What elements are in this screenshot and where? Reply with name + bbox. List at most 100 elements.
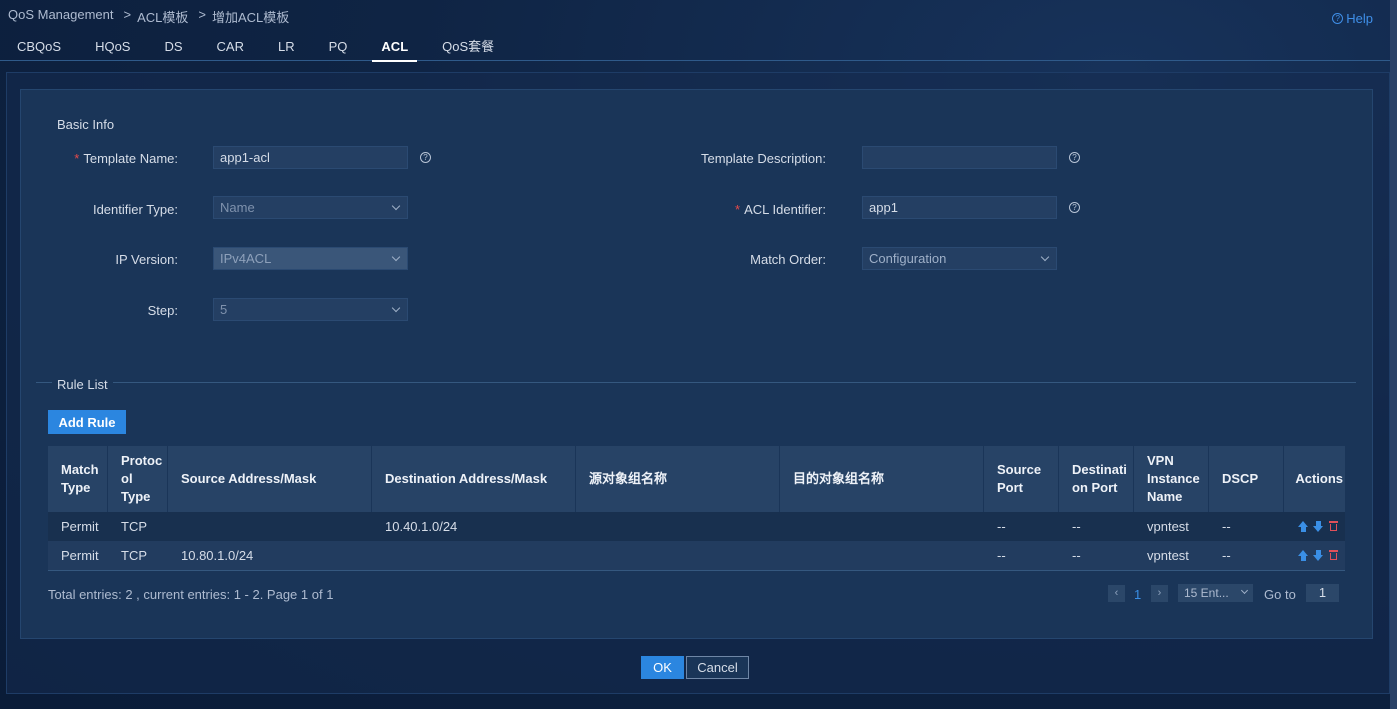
cell-source-port: -- [997,548,1006,563]
breadcrumb-item-add-acl-template: 增加ACL模板 [212,10,290,25]
tab-ds[interactable]: DS [147,36,199,61]
cell-dscp: -- [1222,519,1231,534]
acl-identifier-help-icon[interactable]: ? [1069,202,1080,213]
column-header-source-port[interactable]: Source Port [984,446,1059,512]
template-name-label: * Template Name: [60,151,178,166]
move-down-icon[interactable] [1313,550,1324,561]
column-header-protocol-type[interactable]: Protoc ol Type [108,446,168,512]
cell-dscp: -- [1222,548,1231,563]
chevron-down-icon [1240,586,1249,595]
page-size-select[interactable]: 15 Ent... [1178,584,1253,602]
chevron-down-icon [391,201,401,211]
cancel-button[interactable]: Cancel [686,656,749,679]
template-description-help-icon[interactable]: ? [1069,152,1080,163]
identifier-type-label: Identifier Type: [92,202,178,217]
tab-pq[interactable]: PQ [312,36,365,61]
rule-list-title: Rule List [52,377,113,392]
help-icon: ? [1332,13,1344,24]
header-text: Protoc ol Type [121,453,163,504]
table-row: Permit TCP 10.40.1.0/24 -- -- vpntest -- [48,512,1345,541]
header-text: Actions [1295,471,1343,486]
add-rule-button[interactable]: Add Rule [48,410,126,434]
cell-match-type: Permit [61,548,99,563]
cell-actions [1284,550,1345,561]
chevron-down-icon [1040,252,1050,262]
goto-label: Go to [1264,587,1296,602]
page-size-value: 15 Ent... [1184,586,1229,600]
template-description-label: Template Description: [701,151,826,166]
cell-destination-address: 10.40.1.0/24 [385,519,458,534]
tab-car[interactable]: CAR [200,36,261,61]
column-header-destination-port[interactable]: Destinati on Port [1059,446,1134,512]
move-up-icon[interactable] [1298,550,1309,561]
header-text: 源对象组名称 [589,471,668,486]
table-header: Match Type Protoc ol Type Source Address/M… [48,446,1345,512]
breadcrumb-item-qos-management[interactable]: QoS Management [8,7,114,26]
identifier-type-value: Name [220,200,255,215]
header-text: VPN Instance Name [1147,453,1200,504]
cell-actions [1284,521,1345,532]
basic-info-title: Basic Info [57,117,115,132]
required-marker: * [735,202,741,217]
move-down-icon[interactable] [1313,521,1324,532]
acl-identifier-input[interactable] [862,196,1057,219]
help-link[interactable]: ? Help [1332,11,1373,26]
tab-acl[interactable]: ACL [364,36,425,62]
next-page-button[interactable]: › [1151,585,1168,602]
tab-lr[interactable]: LR [261,36,312,61]
table-row: Permit TCP 10.80.1.0/24 -- -- vpntest -- [48,541,1345,570]
help-label: Help [1346,11,1373,26]
identifier-type-select[interactable]: Name [213,196,408,219]
match-order-select[interactable]: Configuration [862,247,1057,270]
column-header-dscp[interactable]: DSCP [1209,446,1284,512]
column-header-destination-address[interactable]: Destination Address/Mask [372,446,576,512]
column-header-source-address[interactable]: Source Address/Mask [168,446,372,512]
match-order-label: Match Order: [750,252,826,267]
tab-hqos[interactable]: HQoS [78,36,147,61]
scrollbar-thumb[interactable] [1390,0,1397,709]
goto-page-input[interactable]: 1 [1306,584,1339,602]
delete-icon[interactable] [1328,550,1339,561]
template-description-input[interactable] [862,146,1057,169]
required-marker: * [74,151,80,166]
acl-identifier-label: * ACL Identifier: [660,202,826,217]
cell-vpn-instance: vpntest [1147,548,1189,563]
step-value: 5 [220,302,228,317]
header-text: Destinati on Port [1072,462,1127,495]
top-bar: QoS Management > ACL模板 > 增加ACL模板 ? Help … [0,0,1397,62]
cell-destination-port: -- [1072,548,1081,563]
header-text: Destination Address/Mask [385,471,548,486]
tab-bar: CBQoS HQoS DS CAR LR PQ ACL QoS套餐 [0,36,1390,62]
column-header-source-object-group[interactable]: 源对象组名称 [576,446,780,512]
column-header-match-type[interactable]: Match Type [48,446,108,512]
page-number[interactable]: 1 [1134,587,1141,602]
tab-qos-package[interactable]: QoS套餐 [425,36,511,61]
header-text: 目的对象组名称 [793,471,885,486]
vertical-scrollbar[interactable] [1390,0,1397,709]
tab-cbqos[interactable]: CBQoS [0,36,78,61]
pagination-summary: Total entries: 2 , current entries: 1 - … [48,587,334,602]
rule-table: Match Type Protoc ol Type Source Address/M… [48,446,1345,571]
prev-page-button[interactable]: ‹ [1108,585,1125,602]
ip-version-value: IPv4ACL [220,251,272,266]
cell-source-port: -- [997,519,1006,534]
header-text: DSCP [1222,471,1259,486]
cell-protocol-type: TCP [121,519,147,534]
header-text: Match Type [61,462,99,495]
match-order-value: Configuration [869,251,947,266]
step-label: Step: [147,303,178,318]
template-name-input[interactable] [213,146,408,169]
cell-destination-port: -- [1072,519,1081,534]
ok-button[interactable]: OK [641,656,684,679]
template-name-help-icon[interactable]: ? [420,152,431,163]
ip-version-select[interactable]: IPv4ACL [213,247,408,270]
column-header-vpn-instance[interactable]: VPN Instance Name [1134,446,1209,512]
breadcrumb-item-acl-template[interactable]: ACL模板 [137,7,188,26]
cell-source-address: 10.80.1.0/24 [181,548,254,563]
move-up-icon[interactable] [1298,521,1309,532]
delete-icon[interactable] [1328,521,1339,532]
acl-identifier-label-text: ACL Identifier: [744,202,826,217]
template-name-label-text: Template Name: [83,151,178,166]
column-header-destination-object-group[interactable]: 目的对象组名称 [780,446,984,512]
step-select[interactable]: 5 [213,298,408,321]
